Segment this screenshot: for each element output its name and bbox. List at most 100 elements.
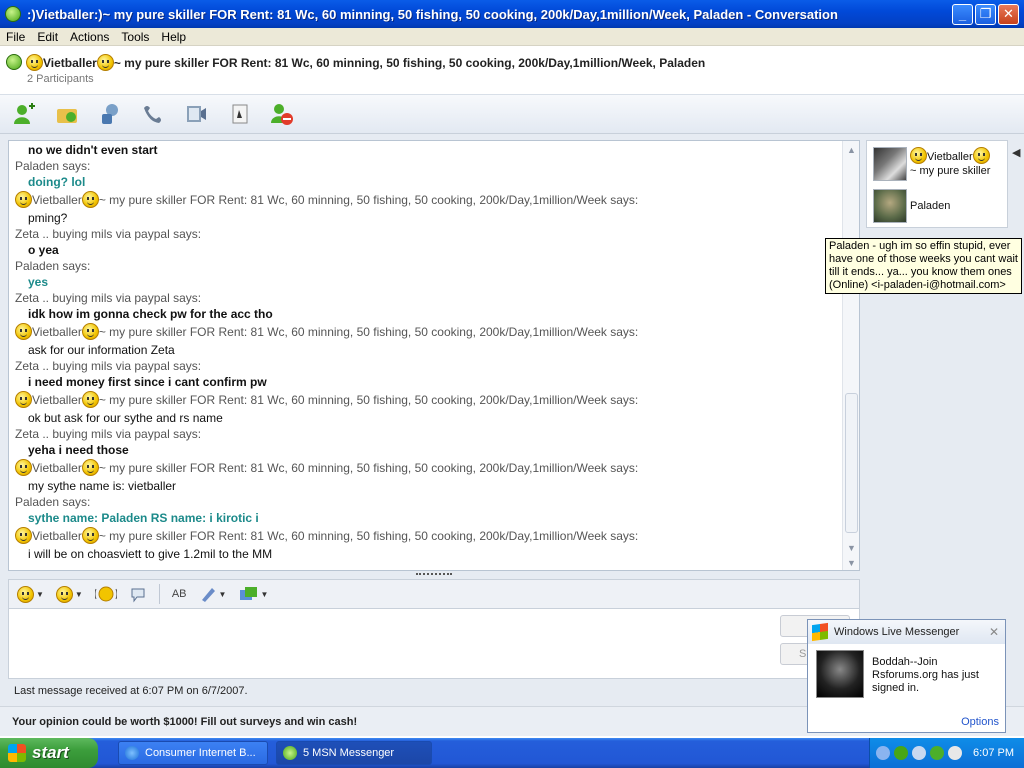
menu-file[interactable]: File xyxy=(0,30,31,44)
chat-line: Vietballer ~ my pure skiller FOR Rent: 81… xyxy=(15,322,835,342)
smiley-icon xyxy=(15,323,32,340)
sender-name: Vietballer xyxy=(32,193,82,207)
participant-paladen[interactable]: Paladen xyxy=(873,189,950,223)
conversation-title-rest: ~ my pure skiller FOR Rent: 81 Wc, 60 mi… xyxy=(113,56,706,70)
start-button[interactable]: start xyxy=(0,738,98,768)
tray-arrow-icon[interactable] xyxy=(876,746,890,760)
chat-line: yes xyxy=(28,275,49,289)
voice-call-icon[interactable] xyxy=(139,100,167,128)
chat-line: Vietballer ~ my pure skiller FOR Rent: 81… xyxy=(15,190,835,210)
notification-body[interactable]: Boddah--Join Rsforums.org has just signe… xyxy=(872,656,1000,695)
chat-line: pming? xyxy=(28,211,68,225)
smiley-icon xyxy=(81,527,99,544)
chat-line: Vietballer ~ my pure skiller FOR Rent: 81… xyxy=(15,390,835,410)
chat-line: Vietballer ~ my pure skiller FOR Rent: 81… xyxy=(15,526,835,546)
smiley-icon xyxy=(910,147,927,164)
messenger-icon xyxy=(5,6,21,22)
menu-edit[interactable]: Edit xyxy=(31,30,64,44)
dropdown-arrow-icon: ▼ xyxy=(218,589,227,599)
nudge-icon[interactable] xyxy=(94,583,117,605)
chat-line: Zeta .. buying mils via paypal says: xyxy=(15,427,202,441)
participant-vietballer[interactable]: Vietballer ~ my pure skiller xyxy=(873,147,990,181)
participant-label: Vietballer ~ my pure skiller xyxy=(910,147,990,181)
volume-icon[interactable] xyxy=(948,746,962,760)
menu-actions[interactable]: Actions xyxy=(64,30,115,44)
sender-says: ~ my pure skiller FOR Rent: 81 Wc, 60 mi… xyxy=(98,461,639,475)
clock: 6:07 PM xyxy=(973,747,1014,759)
notification-title: Windows Live Messenger xyxy=(834,626,960,638)
taskbar-item-browser[interactable]: Consumer Internet B... xyxy=(118,741,268,765)
notification-options-link[interactable]: Options xyxy=(961,716,999,728)
wink-icon[interactable]: ▼ xyxy=(55,583,83,605)
activities-icon[interactable] xyxy=(182,100,210,128)
chat-line: Paladen says: xyxy=(15,495,91,509)
sender-says: ~ my pure skiller FOR Rent: 81 Wc, 60 mi… xyxy=(98,393,639,407)
signin-notification[interactable]: Windows Live Messenger ✕ Boddah--Join Rs… xyxy=(807,619,1006,733)
send-files-icon[interactable] xyxy=(53,100,81,128)
conversation-toolbar xyxy=(0,94,1024,134)
dropdown-arrow-icon: ▼ xyxy=(36,589,44,599)
background-icon[interactable]: ▼ xyxy=(199,583,227,605)
chat-line: idk how im gonna check pw for the acc th… xyxy=(28,307,273,321)
chat-scrollbar[interactable]: ▲ ▼ ▼ xyxy=(842,141,859,570)
smiley-icon xyxy=(81,391,99,408)
smiley-icon xyxy=(15,527,32,544)
scroll-down-icon[interactable]: ▼ xyxy=(847,543,856,553)
sender-name: Vietballer xyxy=(32,529,82,543)
chat-history[interactable]: no we didn't even start Paladen says: doin… xyxy=(8,140,860,571)
chat-lines: no we didn't even start Paladen says: doin… xyxy=(15,142,835,562)
menu-bar: File Edit Actions Tools Help xyxy=(0,28,1024,46)
taskbar-item-label: 5 MSN Messenger xyxy=(303,747,395,759)
message-input[interactable] xyxy=(8,609,860,679)
close-icon[interactable]: ✕ xyxy=(989,625,999,639)
taskbar-item-label: Consumer Internet B... xyxy=(145,747,256,759)
maximize-button[interactable]: ❐ xyxy=(975,3,996,25)
dropdown-arrow-icon: ▼ xyxy=(74,589,83,599)
messenger-tray-icon[interactable] xyxy=(894,746,908,760)
contact-tooltip: Paladen - ugh im so effin stupid, ever h… xyxy=(825,238,1022,294)
ad-text[interactable]: Your opinion could be worth $1000! Fill … xyxy=(12,716,357,728)
resize-handle[interactable] xyxy=(416,573,452,577)
sharing-icon[interactable]: ▼ xyxy=(238,583,268,605)
smiley-icon xyxy=(81,459,99,476)
menu-help[interactable]: Help xyxy=(155,30,192,44)
smiley-icon xyxy=(15,191,32,208)
security-shield-icon[interactable] xyxy=(930,746,944,760)
chat-line: Paladen says: xyxy=(15,159,91,173)
block-icon[interactable] xyxy=(268,100,296,128)
chat-line: Zeta .. buying mils via paypal says: xyxy=(15,227,202,241)
avatar[interactable] xyxy=(873,189,907,223)
taskbar-item-messenger[interactable]: 5 MSN Messenger xyxy=(276,741,432,765)
format-toolbar: ▼ ▼ AB ▼ ▼ xyxy=(8,579,860,609)
chat-line: my sythe name is: vietballer xyxy=(28,479,177,493)
font-icon[interactable]: AB xyxy=(172,583,187,605)
toolbar-separator xyxy=(158,584,160,604)
system-tray: 6:07 PM xyxy=(869,738,1024,768)
emoticon-icon[interactable]: ▼ xyxy=(17,583,44,605)
start-label: start xyxy=(32,743,69,762)
smiley-icon xyxy=(15,391,32,408)
windows-flag-icon xyxy=(812,622,828,642)
minimize-button[interactable]: _ xyxy=(952,3,973,25)
network-icon[interactable] xyxy=(912,746,926,760)
menu-tools[interactable]: Tools xyxy=(115,30,155,44)
smiley-icon xyxy=(81,323,99,340)
scroll-up-icon[interactable]: ▲ xyxy=(847,145,856,155)
avatar[interactable] xyxy=(873,147,907,181)
close-button[interactable]: ✕ xyxy=(998,3,1019,25)
chat-line: no we didn't even start xyxy=(28,143,158,157)
chat-line: Paladen says: xyxy=(15,259,91,273)
scroll-down-icon[interactable]: ▼ xyxy=(847,558,856,568)
games-icon[interactable] xyxy=(225,100,253,128)
video-call-icon[interactable] xyxy=(96,100,124,128)
invite-contact-icon[interactable] xyxy=(10,100,38,128)
voice-clip-icon[interactable] xyxy=(129,583,147,605)
chat-line: i will be on choasviett to give 1.2mil t… xyxy=(28,547,273,561)
collapse-panel-icon[interactable]: ◀ xyxy=(1012,146,1024,164)
scroll-thumb[interactable] xyxy=(845,393,858,533)
wink-smiley-icon xyxy=(55,585,73,603)
smiley-icon xyxy=(81,191,99,208)
messenger-icon xyxy=(283,746,297,760)
sender-says: ~ my pure skiller FOR Rent: 81 Wc, 60 mi… xyxy=(98,325,639,339)
sender-says: ~ my pure skiller FOR Rent: 81 Wc, 60 mi… xyxy=(98,529,639,543)
